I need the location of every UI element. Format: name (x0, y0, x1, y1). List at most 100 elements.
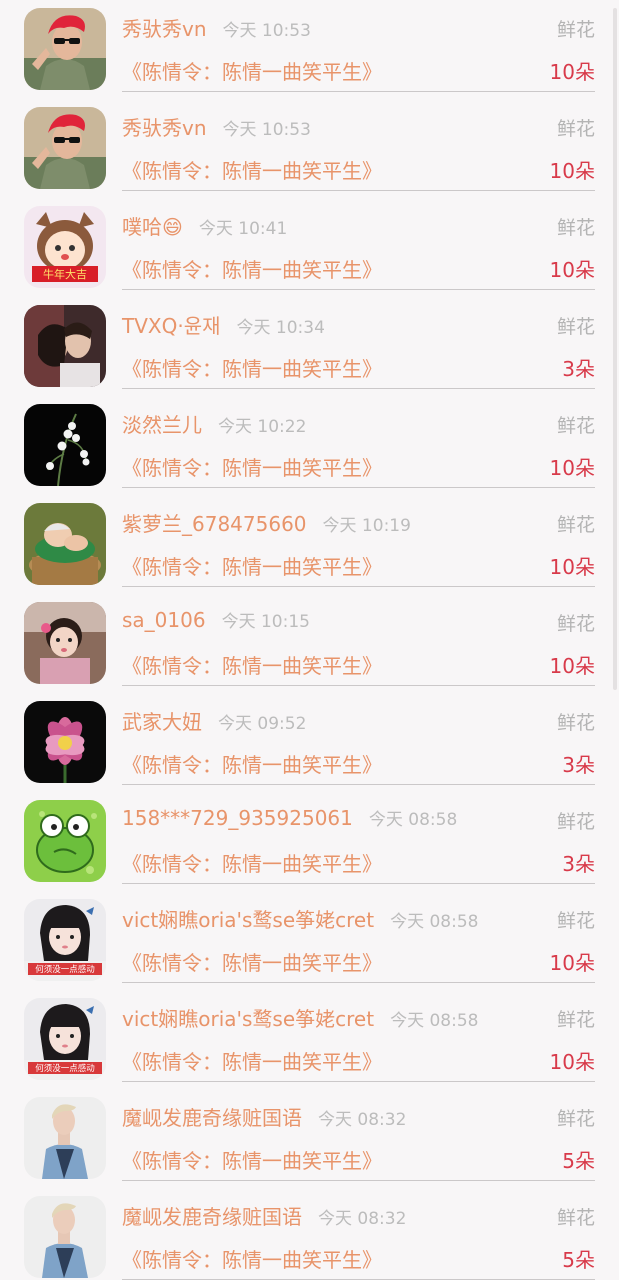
gift-record-info: 秀驮秀vn 今天 10:53 鲜花 《陈情令：陈情一曲笑平生》 10朵 (122, 92, 595, 191)
gift-record-row[interactable]: 158***729_935925061 今天 08:58 鲜花 《陈情令：陈情一曲… (0, 785, 619, 884)
gift-record-info: 噗哈😄 今天 10:41 鲜花 《陈情令：陈情一曲笑平生》 10朵 (122, 191, 595, 290)
user-name[interactable]: 武家大妞 (122, 710, 202, 734)
gift-count: 10朵 (549, 159, 595, 183)
gift-count: 10朵 (549, 1050, 595, 1074)
user-avatar[interactable]: 牛年大吉 (24, 206, 106, 288)
gift-record-info: 秀驮秀vn 今天 10:53 鲜花 《陈情令：陈情一曲笑平生》 10朵 (122, 0, 595, 92)
gift-type: 鲜花 (556, 1108, 595, 1130)
user-name[interactable]: TVXQ·윤재 (122, 314, 221, 338)
user-avatar[interactable] (24, 1097, 106, 1179)
book-title[interactable]: 《陈情令：陈情一曲笑平生》 (122, 1145, 382, 1174)
gift-time: 今天 10:15 (221, 612, 310, 632)
book-title[interactable]: 《陈情令：陈情一曲笑平生》 (122, 254, 382, 283)
book-title[interactable]: 《陈情令：陈情一曲笑平生》 (122, 56, 382, 85)
gift-count: 10朵 (549, 456, 595, 480)
gift-record-row[interactable]: 魔岘发鹿奇缘赃国语 今天 08:32 鲜花 《陈情令：陈情一曲笑平生》 5朵 (0, 1082, 619, 1181)
gift-type: 鲜花 (556, 712, 595, 734)
book-title[interactable]: 《陈情令：陈情一曲笑平生》 (122, 1046, 382, 1075)
gift-time: 今天 10:34 (236, 318, 325, 338)
gift-record-row[interactable]: sa_0106 今天 10:15 鲜花 《陈情令：陈情一曲笑平生》 10朵 (0, 587, 619, 686)
user-name[interactable]: 魔岘发鹿奇缘赃国语 (122, 1106, 302, 1130)
user-name[interactable]: sa_0106 (122, 608, 206, 632)
user-avatar[interactable] (24, 602, 106, 684)
gift-type: 鲜花 (556, 1009, 595, 1031)
gift-count: 3朵 (562, 357, 595, 381)
user-name[interactable]: 魔岘发鹿奇缘赃国语 (122, 1205, 302, 1229)
user-avatar[interactable] (24, 107, 106, 189)
gift-record-row[interactable]: 武家大妞 今天 09:52 鲜花 《陈情令：陈情一曲笑平生》 3朵 (0, 686, 619, 785)
gift-type: 鲜花 (556, 217, 595, 239)
gift-time: 今天 08:58 (390, 1011, 479, 1031)
gift-time: 今天 08:58 (390, 912, 479, 932)
user-avatar[interactable] (24, 800, 106, 882)
gift-count: 5朵 (562, 1248, 595, 1272)
gift-type: 鲜花 (556, 19, 595, 41)
gift-count: 10朵 (549, 555, 595, 579)
gift-record-row[interactable]: 魔岘发鹿奇缘赃国语 今天 08:32 鲜花 《陈情令：陈情一曲笑平生》 5朵 (0, 1181, 619, 1280)
gift-record-row[interactable]: 秀驮秀vn 今天 10:53 鲜花 《陈情令：陈情一曲笑平生》 10朵 (0, 0, 619, 92)
book-title[interactable]: 《陈情令：陈情一曲笑平生》 (122, 551, 382, 580)
user-avatar[interactable]: 何须没一点感动 (24, 998, 106, 1080)
book-title[interactable]: 《陈情令：陈情一曲笑平生》 (122, 155, 382, 184)
gift-time: 今天 10:19 (322, 516, 411, 536)
gift-type: 鲜花 (556, 118, 595, 140)
gift-time: 今天 08:32 (318, 1110, 407, 1130)
gift-record-row[interactable]: 何须没一点感动 vict娴瞧oria's鹜se筝姥cret 今天 08:58 鲜花… (0, 884, 619, 983)
user-avatar[interactable] (24, 1196, 106, 1278)
user-name[interactable]: 噗哈😄 (122, 215, 183, 239)
gift-record-row[interactable]: TVXQ·윤재 今天 10:34 鲜花 《陈情令：陈情一曲笑平生》 3朵 (0, 290, 619, 389)
gift-record-row[interactable]: 秀驮秀vn 今天 10:53 鲜花 《陈情令：陈情一曲笑平生》 10朵 (0, 92, 619, 191)
gift-time: 今天 10:53 (222, 21, 311, 41)
user-name[interactable]: 158***729_935925061 (122, 806, 353, 830)
user-name[interactable]: vict娴瞧oria's鹜se筝姥cret (122, 908, 374, 932)
scrollbar[interactable] (613, 8, 617, 690)
gift-type: 鲜花 (556, 316, 595, 338)
svg-text:何须没一点感动: 何须没一点感动 (35, 964, 95, 975)
gift-time: 今天 10:53 (222, 120, 311, 140)
user-name[interactable]: 淡然兰儿 (122, 413, 202, 437)
user-avatar[interactable] (24, 8, 106, 90)
gift-type: 鲜花 (556, 910, 595, 932)
book-title[interactable]: 《陈情令：陈情一曲笑平生》 (122, 848, 382, 877)
gift-time: 今天 10:22 (218, 417, 307, 437)
gift-count: 3朵 (562, 753, 595, 777)
gift-record-info: 158***729_935925061 今天 08:58 鲜花 《陈情令：陈情一曲… (122, 785, 595, 884)
user-avatar[interactable] (24, 305, 106, 387)
gift-count: 3朵 (562, 852, 595, 876)
gift-record-info: 武家大妞 今天 09:52 鲜花 《陈情令：陈情一曲笑平生》 3朵 (122, 686, 595, 785)
gift-count: 10朵 (549, 951, 595, 975)
book-title[interactable]: 《陈情令：陈情一曲笑平生》 (122, 1244, 382, 1273)
gift-count: 10朵 (549, 60, 595, 84)
user-name[interactable]: 紫萝兰_678475660 (122, 512, 307, 536)
gift-record-info: 紫萝兰_678475660 今天 10:19 鲜花 《陈情令：陈情一曲笑平生》 1… (122, 488, 595, 587)
user-avatar[interactable] (24, 404, 106, 486)
gift-type: 鲜花 (556, 514, 595, 536)
gift-type: 鲜花 (556, 415, 595, 437)
book-title[interactable]: 《陈情令：陈情一曲笑平生》 (122, 749, 382, 778)
gift-record-list[interactable]: 秀驮秀vn 今天 10:53 鲜花 《陈情令：陈情一曲笑平生》 10朵 秀驮秀vn… (0, 0, 619, 1280)
user-avatar[interactable] (24, 503, 106, 585)
gift-time: 今天 08:58 (368, 810, 458, 830)
gift-record-row[interactable]: 淡然兰儿 今天 10:22 鲜花 《陈情令：陈情一曲笑平生》 10朵 (0, 389, 619, 488)
gift-record-info: sa_0106 今天 10:15 鲜花 《陈情令：陈情一曲笑平生》 10朵 (122, 587, 595, 686)
gift-record-info: 魔岘发鹿奇缘赃国语 今天 08:32 鲜花 《陈情令：陈情一曲笑平生》 5朵 (122, 1181, 595, 1280)
user-avatar[interactable]: 何须没一点感动 (24, 899, 106, 981)
gift-time: 今天 08:32 (318, 1209, 407, 1229)
user-name[interactable]: vict娴瞧oria's鹜se筝姥cret (122, 1007, 374, 1031)
book-title[interactable]: 《陈情令：陈情一曲笑平生》 (122, 947, 382, 976)
gift-record-row[interactable]: 紫萝兰_678475660 今天 10:19 鲜花 《陈情令：陈情一曲笑平生》 1… (0, 488, 619, 587)
book-title[interactable]: 《陈情令：陈情一曲笑平生》 (122, 452, 382, 481)
book-title[interactable]: 《陈情令：陈情一曲笑平生》 (122, 353, 382, 382)
gift-record-row[interactable]: 牛年大吉 噗哈😄 今天 10:41 鲜花 《陈情令：陈情一曲笑平生》 10朵 (0, 191, 619, 290)
gift-record-row[interactable]: 何须没一点感动 vict娴瞧oria's鹜se筝姥cret 今天 08:58 鲜花… (0, 983, 619, 1082)
gift-count: 10朵 (549, 258, 595, 282)
gift-record-info: TVXQ·윤재 今天 10:34 鲜花 《陈情令：陈情一曲笑平生》 3朵 (122, 290, 595, 389)
user-name[interactable]: 秀驮秀vn (122, 116, 207, 140)
user-avatar[interactable] (24, 701, 106, 783)
user-name[interactable]: 秀驮秀vn (122, 17, 207, 41)
gift-record-screen: 秀驮秀vn 今天 10:53 鲜花 《陈情令：陈情一曲笑平生》 10朵 秀驮秀vn… (0, 0, 619, 1280)
gift-record-info: 魔岘发鹿奇缘赃国语 今天 08:32 鲜花 《陈情令：陈情一曲笑平生》 5朵 (122, 1082, 595, 1181)
book-title[interactable]: 《陈情令：陈情一曲笑平生》 (122, 650, 382, 679)
gift-type: 鲜花 (556, 613, 595, 635)
gift-time: 今天 10:41 (198, 219, 288, 239)
